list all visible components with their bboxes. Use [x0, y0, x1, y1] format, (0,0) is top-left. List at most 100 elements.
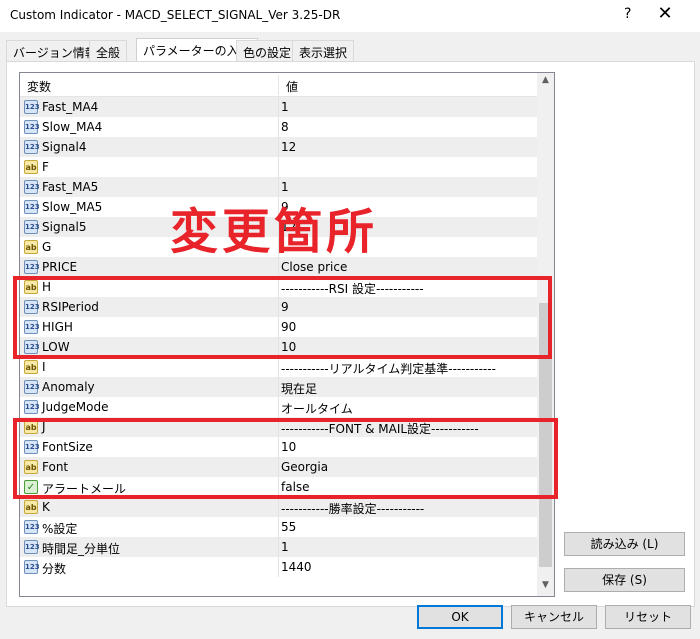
integer-type-icon: 123: [24, 440, 40, 454]
integer-type-icon: 123: [24, 400, 40, 414]
parameter-name: Signal4: [42, 140, 87, 154]
table-row[interactable]: 123 FontSize 10: [20, 437, 537, 457]
cell-divider: [278, 477, 279, 497]
parameter-value[interactable]: オールタイム: [281, 400, 353, 417]
load-button[interactable]: 読み込み (L): [564, 532, 685, 556]
window-title: Custom Indicator - MACD_SELECT_SIGNAL_Ve…: [10, 8, 341, 22]
title-bar: Custom Indicator - MACD_SELECT_SIGNAL_Ve…: [0, 0, 700, 32]
scroll-up-icon[interactable]: ▲: [537, 75, 554, 89]
table-row[interactable]: 123 JudgeMode オールタイム: [20, 397, 537, 417]
cell-divider: [278, 397, 279, 417]
integer-type-icon: 123: [24, 320, 40, 334]
cell-divider: [278, 117, 279, 137]
boolean-type-icon: ✓: [24, 480, 38, 494]
parameter-name: G: [42, 240, 52, 254]
parameter-name: H: [42, 280, 52, 294]
parameter-value[interactable]: 10: [281, 440, 296, 454]
integer-type-icon: 123: [24, 120, 40, 134]
parameter-name: FontSize: [42, 440, 93, 454]
cell-divider: [278, 357, 279, 377]
parameter-value[interactable]: -----------リアルタイム判定基準-----------: [281, 360, 496, 377]
cell-divider: [278, 497, 279, 517]
integer-type-icon: 123: [24, 560, 40, 574]
cell-divider: [278, 537, 279, 557]
parameter-name: Signal5: [42, 220, 87, 234]
annotation-changed-section: 変更箇所: [170, 204, 379, 260]
grid-header: 変数 値: [20, 73, 537, 97]
table-row[interactable]: ab H -----------RSI 設定-----------: [20, 277, 537, 297]
cell-divider: [278, 157, 279, 177]
parameter-value[interactable]: 1: [281, 100, 289, 114]
integer-type-icon: 123: [24, 100, 40, 114]
parameter-value[interactable]: 現在足: [281, 380, 317, 397]
integer-type-icon: 123: [24, 260, 40, 274]
table-row[interactable]: 123 Anomaly 現在足: [20, 377, 537, 397]
string-type-icon: ab: [24, 500, 38, 514]
reset-button[interactable]: リセット: [605, 605, 691, 629]
cell-divider: [278, 137, 279, 157]
parameter-value[interactable]: Close price: [281, 260, 347, 274]
scroll-thumb[interactable]: [539, 303, 552, 567]
table-row[interactable]: ab F: [20, 157, 537, 177]
parameter-value[interactable]: 10: [281, 340, 296, 354]
table-row[interactable]: 123 Fast_MA4 1: [20, 97, 537, 117]
table-row[interactable]: ab I -----------リアルタイム判定基準-----------: [20, 357, 537, 377]
integer-type-icon: 123: [24, 220, 40, 234]
table-row[interactable]: 123 HIGH 90: [20, 317, 537, 337]
table-row[interactable]: 123 時間足_分単位 1: [20, 537, 537, 557]
column-header-variable[interactable]: 変数: [27, 78, 51, 95]
parameter-value[interactable]: false: [281, 480, 310, 494]
integer-type-icon: 123: [24, 520, 40, 534]
grid-rows: 123 Fast_MA4 1 123 Slow_MA4 8 123 Signal4 12 ab F 1…: [20, 97, 537, 577]
cancel-button[interactable]: キャンセル: [511, 605, 597, 629]
parameter-name: I: [42, 360, 46, 374]
help-button[interactable]: ?: [624, 6, 631, 22]
table-row[interactable]: 123 %設定 55: [20, 517, 537, 537]
string-type-icon: ab: [24, 160, 38, 174]
parameter-name: %設定: [42, 522, 78, 536]
parameter-value[interactable]: 8: [281, 120, 289, 134]
column-divider[interactable]: [278, 75, 279, 95]
parameter-name: K: [42, 500, 50, 514]
parameter-name: Font: [42, 460, 69, 474]
table-row[interactable]: ab J -----------FONT & MAIL設定-----------: [20, 417, 537, 437]
parameter-value[interactable]: -----------RSI 設定-----------: [281, 280, 424, 297]
parameter-value[interactable]: Georgia: [281, 460, 328, 474]
parameter-value[interactable]: 55: [281, 520, 296, 534]
parameter-grid: 変数 値 123 Fast_MA4 1 123 Slow_MA4 8 123 Signal4 1…: [19, 72, 555, 597]
ok-button[interactable]: OK: [417, 605, 503, 629]
parameter-value[interactable]: 1: [281, 540, 289, 554]
scroll-down-icon[interactable]: ▼: [537, 580, 554, 594]
parameter-value[interactable]: 12: [281, 140, 296, 154]
cell-divider: [278, 297, 279, 317]
parameter-name: LOW: [42, 340, 70, 354]
save-button[interactable]: 保存 (S): [564, 568, 685, 592]
table-row[interactable]: 123 分数 1440: [20, 557, 537, 577]
string-type-icon: ab: [24, 280, 38, 294]
column-header-value[interactable]: 値: [286, 78, 298, 95]
cell-divider: [278, 337, 279, 357]
close-button[interactable]: ✕: [654, 3, 676, 24]
parameter-value[interactable]: -----------勝率設定-----------: [281, 500, 424, 517]
table-row[interactable]: 123 Slow_MA4 8: [20, 117, 537, 137]
parameter-name: Slow_MA5: [42, 200, 103, 214]
parameter-name: Slow_MA4: [42, 120, 103, 134]
parameter-value[interactable]: 90: [281, 320, 296, 334]
table-row[interactable]: 123 LOW 10: [20, 337, 537, 357]
parameter-value[interactable]: 9: [281, 300, 289, 314]
parameter-value[interactable]: -----------FONT & MAIL設定-----------: [281, 420, 479, 437]
tab-display[interactable]: 表示選択: [292, 40, 355, 62]
parameter-value[interactable]: 1440: [281, 560, 312, 574]
table-row[interactable]: 123 RSIPeriod 9: [20, 297, 537, 317]
tab-general[interactable]: 全般: [89, 40, 128, 62]
tab-colors[interactable]: 色の設定: [236, 40, 299, 62]
table-row[interactable]: ab Font Georgia: [20, 457, 537, 477]
vertical-scrollbar[interactable]: ▲ ▼: [537, 73, 554, 596]
table-row[interactable]: 123 Signal4 12: [20, 137, 537, 157]
integer-type-icon: 123: [24, 300, 40, 314]
string-type-icon: ab: [24, 420, 38, 434]
cell-divider: [278, 377, 279, 397]
table-row[interactable]: ✓ アラートメール false: [20, 477, 537, 497]
table-row[interactable]: ab K -----------勝率設定-----------: [20, 497, 537, 517]
parameter-name: F: [42, 160, 49, 174]
